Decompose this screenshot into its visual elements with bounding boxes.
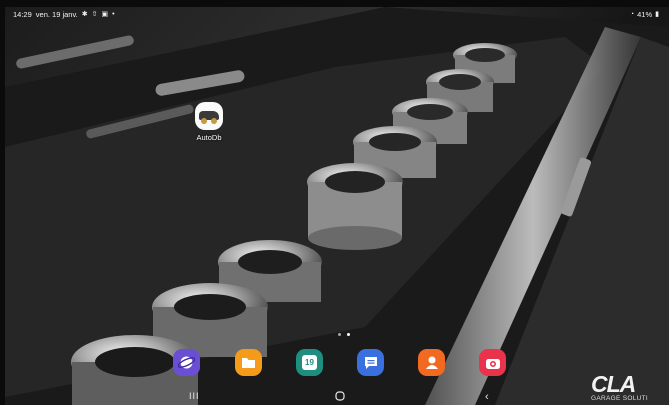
calendar-icon[interactable]: 19	[296, 349, 323, 376]
more-notifications-icon: •	[112, 11, 115, 18]
back-icon[interactable]: ‹	[485, 391, 489, 403]
samsung-internet-icon[interactable]	[173, 349, 200, 376]
gallery-notification-icon: ▣	[101, 11, 109, 18]
home-screen: 14:29 ven. 19 janv. ✱ ⇧ ▣ • ◔ 41% ▮ Auto…	[5, 7, 669, 405]
brand-logo-text: CLA	[591, 371, 636, 397]
battery-icon: ▮	[655, 11, 659, 18]
tablet-frame: 14:29 ven. 19 janv. ✱ ⇧ ▣ • ◔ 41% ▮ Auto…	[0, 0, 669, 405]
wallpaper-image	[5, 7, 669, 405]
my-files-folder-icon[interactable]	[235, 349, 262, 376]
status-bar: 14:29 ven. 19 janv. ✱ ⇧ ▣ • ◔ 41% ▮	[5, 7, 669, 23]
app-label: AutoDb	[196, 133, 222, 142]
contacts-icon[interactable]	[418, 349, 445, 376]
settings-notification-icon: ✱	[81, 11, 88, 18]
calendar-day: 19	[302, 355, 317, 370]
brand-tagline: GARAGE SOLUTI	[591, 395, 648, 402]
home-icon[interactable]	[335, 391, 345, 404]
status-time: 14:29	[13, 10, 32, 19]
app-shortcut-autodb[interactable]: AutoDb	[191, 102, 227, 142]
navigation-bar: III ‹	[5, 391, 669, 405]
battery-percent: 41%	[637, 10, 653, 19]
camera-icon[interactable]	[479, 349, 506, 376]
page-dot-active	[347, 333, 350, 336]
status-date: ven. 19 janv.	[35, 10, 78, 19]
page-indicator	[338, 333, 350, 336]
page-dot	[338, 333, 341, 336]
upload-notification-icon: ⇧	[91, 11, 98, 18]
app-dock: 19	[5, 349, 669, 379]
messages-icon[interactable]	[357, 349, 384, 376]
recents-icon[interactable]: III	[189, 391, 200, 401]
autodb-car-icon	[195, 102, 223, 130]
wifi-icon: ◔	[629, 11, 635, 18]
brand-watermark: CLA GARAGE SOLUTI	[591, 371, 669, 403]
